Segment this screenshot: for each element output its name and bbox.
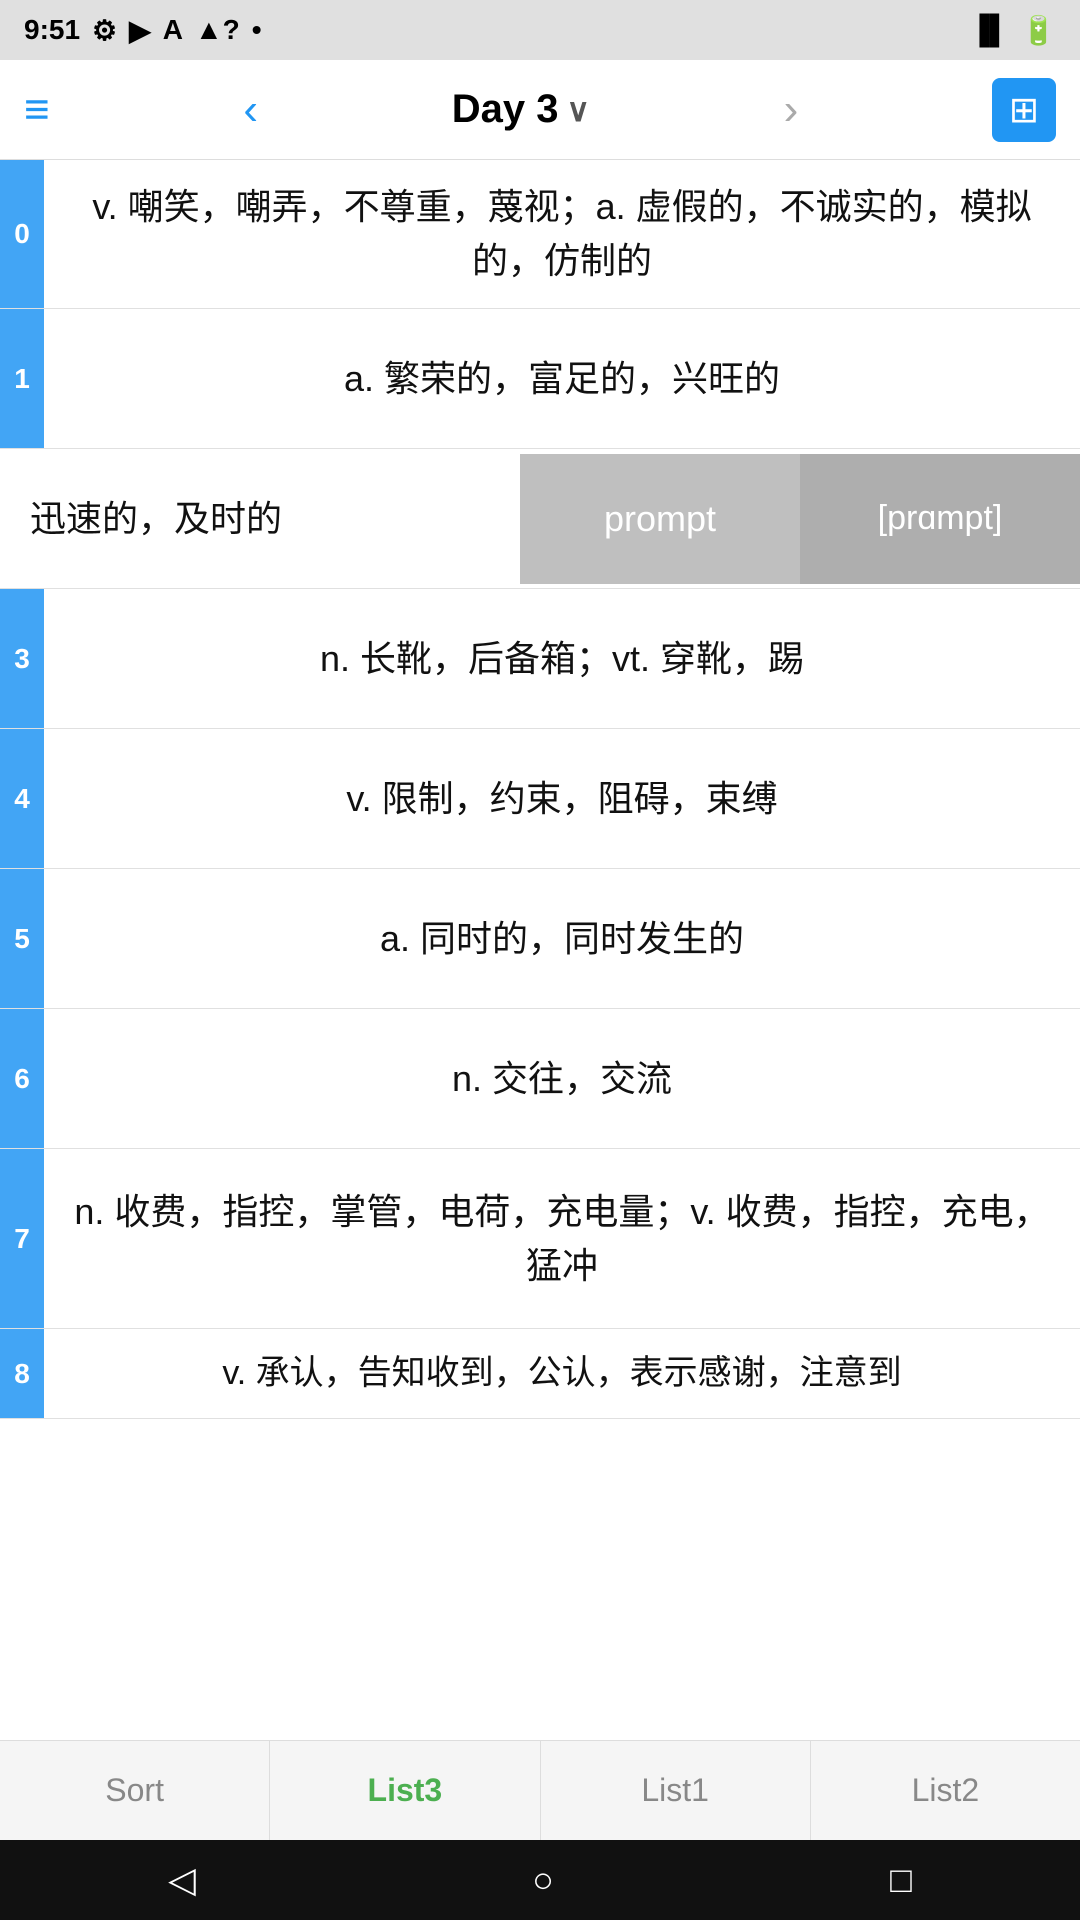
wifi-icon: ▲? bbox=[195, 14, 240, 46]
word-row[interactable]: 5 a. 同时的，同时发生的 bbox=[0, 869, 1080, 1009]
android-recent-button[interactable]: □ bbox=[890, 1859, 912, 1901]
grid-icon: ⊞ bbox=[1009, 89, 1039, 131]
row-index: 4 bbox=[0, 729, 44, 868]
settings-icon: ⚙ bbox=[92, 14, 117, 47]
word-row[interactable]: 0 v. 嘲笑，嘲弄，不尊重，蔑视；a. 虚假的，不诚实的，模拟的，仿制的 bbox=[0, 160, 1080, 309]
row-definition: a. 同时的，同时发生的 bbox=[44, 869, 1080, 1008]
overlay-phonetic: [prɑmpt] bbox=[800, 454, 1080, 584]
status-bar: 9:51 ⚙ ▶ A ▲? • ▐▌ 🔋 bbox=[0, 0, 1080, 60]
day-title[interactable]: Day 3 ∨ bbox=[452, 87, 590, 132]
signal-icon: ▐▌ bbox=[969, 14, 1009, 46]
row-index: 8 bbox=[0, 1329, 44, 1418]
tab-list1[interactable]: List1 bbox=[541, 1741, 811, 1840]
word-row[interactable]: 4 v. 限制，约束，阻碍，束缚 bbox=[0, 729, 1080, 869]
row-definition: n. 交往，交流 bbox=[44, 1009, 1080, 1148]
row-index: 1 bbox=[0, 309, 44, 448]
battery-icon: 🔋 bbox=[1021, 14, 1056, 47]
word-list: 0 v. 嘲笑，嘲弄，不尊重，蔑视；a. 虚假的，不诚实的，模拟的，仿制的 1 … bbox=[0, 160, 1080, 1419]
status-time: 9:51 bbox=[24, 14, 80, 46]
row-index: 5 bbox=[0, 869, 44, 1008]
overlay-word: prompt bbox=[520, 454, 800, 584]
chevron-down-icon: ∨ bbox=[567, 91, 590, 129]
row-index: 3 bbox=[0, 589, 44, 728]
row-definition: a. 繁荣的，富足的，兴旺的 bbox=[44, 309, 1080, 448]
word-row[interactable]: 7 n. 收费，指控，掌管，电荷，充电量；v. 收费，指控，充电，猛冲 bbox=[0, 1149, 1080, 1329]
word-row[interactable]: 3 n. 长靴，后备箱；vt. 穿靴，踢 bbox=[0, 589, 1080, 729]
menu-icon[interactable]: ≡ bbox=[24, 88, 50, 132]
word-row[interactable]: 1 a. 繁荣的，富足的，兴旺的 bbox=[0, 309, 1080, 449]
tab-bar: Sort List3 List1 List2 bbox=[0, 1740, 1080, 1840]
play-icon: ▶ bbox=[129, 14, 151, 47]
tab-list2[interactable]: List2 bbox=[811, 1741, 1080, 1840]
word-row[interactable]: 6 n. 交往，交流 bbox=[0, 1009, 1080, 1149]
android-home-button[interactable]: ○ bbox=[532, 1859, 554, 1901]
word-row-partial[interactable]: 8 v. 承认，告知收到，公认，表示感谢，注意到 bbox=[0, 1329, 1080, 1419]
tab-sort[interactable]: Sort bbox=[0, 1741, 270, 1840]
row-index: 0 bbox=[0, 160, 44, 308]
back-button[interactable]: ‹ bbox=[243, 85, 258, 135]
row-definition: n. 收费，指控，掌管，电荷，充电量；v. 收费，指控，充电，猛冲 bbox=[44, 1149, 1080, 1328]
tab-list3[interactable]: List3 bbox=[270, 1741, 540, 1840]
nav-bar: ≡ ‹ Day 3 ∨ › ⊞ bbox=[0, 60, 1080, 160]
grid-view-button[interactable]: ⊞ bbox=[992, 78, 1056, 142]
font-icon: A bbox=[163, 14, 183, 46]
word-overlay-box[interactable]: prompt [prɑmpt] bbox=[520, 454, 1080, 584]
row-index: 6 bbox=[0, 1009, 44, 1148]
android-back-button[interactable]: ◁ bbox=[168, 1859, 196, 1901]
word-row-overlay[interactable]: 迅速的，及时的 prompt [prɑmpt] bbox=[0, 449, 1080, 589]
dot-icon: • bbox=[252, 14, 262, 46]
forward-button[interactable]: › bbox=[784, 85, 799, 135]
row-index: 7 bbox=[0, 1149, 44, 1328]
row-definition: v. 限制，约束，阻碍，束缚 bbox=[44, 729, 1080, 868]
android-nav-bar: ◁ ○ □ bbox=[0, 1840, 1080, 1920]
row-definition-partial: v. 承认，告知收到，公认，表示感谢，注意到 bbox=[44, 1329, 1080, 1418]
row-definition: v. 嘲笑，嘲弄，不尊重，蔑视；a. 虚假的，不诚实的，模拟的，仿制的 bbox=[44, 160, 1080, 308]
row-definition: n. 长靴，后备箱；vt. 穿靴，踢 bbox=[44, 589, 1080, 728]
